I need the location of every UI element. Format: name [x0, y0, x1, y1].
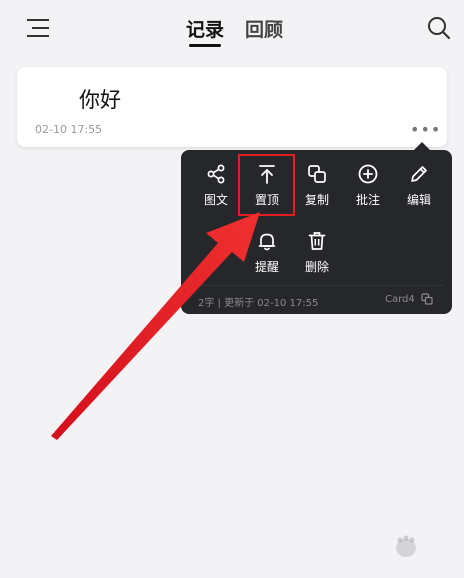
menu-label: 复制	[304, 193, 329, 207]
menu-item-share-image[interactable]: 图文	[191, 163, 241, 219]
menu-label: 批注	[355, 193, 380, 207]
card-switch-icon[interactable]	[421, 293, 433, 305]
trash-icon	[308, 232, 326, 250]
menu-item-edit[interactable]: 编辑	[394, 163, 444, 219]
active-tab-indicator	[189, 44, 221, 47]
note-timestamp: 02-10 17:55	[35, 123, 103, 136]
menu-item-annotate[interactable]: 批注	[343, 163, 393, 219]
note-card[interactable]: 你好 02-10 17:55 •••	[17, 67, 447, 147]
tab-record[interactable]: 记录	[186, 15, 224, 42]
pencil-icon	[411, 166, 427, 182]
baidu-watermark-icon	[396, 535, 416, 557]
menu-label: 编辑	[406, 193, 431, 207]
menu-icon[interactable]	[27, 17, 51, 39]
top-bar: 记录 回顾	[0, 0, 464, 58]
menu-label: 提醒	[254, 260, 279, 274]
menu-item-remind[interactable]: 提醒	[242, 230, 292, 286]
search-icon[interactable]	[427, 16, 451, 40]
menu-item-copy[interactable]: 复制	[292, 163, 342, 219]
add-circle-icon	[358, 164, 378, 184]
bell-icon	[258, 233, 276, 251]
menu-item-delete[interactable]: 删除	[292, 230, 342, 286]
share-icon	[207, 164, 225, 184]
highlight-box	[238, 154, 295, 216]
card-style-label[interactable]: Card4	[385, 294, 415, 305]
tab-review[interactable]: 回顾	[245, 15, 283, 42]
more-options-icon[interactable]: •••	[410, 120, 441, 139]
menu-label: 图文	[203, 193, 228, 207]
popup-divider	[190, 285, 444, 286]
copy-icon	[308, 165, 326, 183]
menu-label: 删除	[304, 260, 329, 274]
note-text: 你好	[79, 88, 121, 112]
word-count-updated: 2字 | 更新于 02-10 17:55	[198, 298, 319, 309]
